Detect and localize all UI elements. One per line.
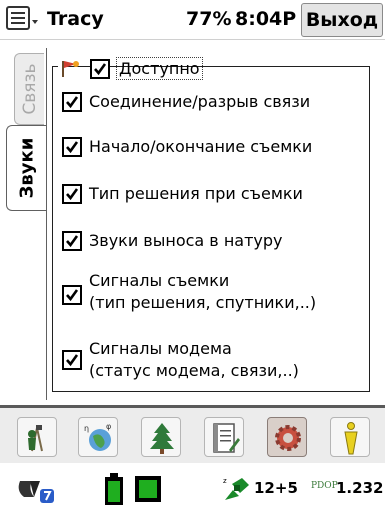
available-checkbox[interactable] [90,59,110,79]
bottom-toolbar: η φ [0,405,385,463]
tab-sounds-label: Звуки [16,137,37,199]
info-icon[interactable] [330,417,370,457]
notebook-icon[interactable] [204,417,244,457]
stakeout-sounds-checkbox[interactable] [62,231,82,251]
modem-signals-sublabel: (статус модема, связи,..) [89,361,299,380]
status-bar: z 12+5 PDOP 1.232 [0,463,385,514]
pdop-value: 1.232 [336,479,384,497]
solution-type-label: Тип решения при съемки [89,184,303,203]
settings-gear-icon[interactable] [267,417,307,457]
app-title: Tracy [47,8,104,30]
survey-start-stop-label: Начало/окончание съемки [89,137,313,156]
connect-disconnect-label: Соединение/разрыв связи [89,92,311,111]
survey-signals-label: Сигналы съемки [89,271,230,290]
clock: 8:04P [235,8,297,30]
battery-icon [105,473,123,505]
memory-status-icon [135,476,161,502]
exit-button[interactable]: Выход [301,3,383,37]
tab-connection[interactable]: Связь [14,53,44,125]
tree-icon[interactable] [141,417,181,457]
tab-connection-label: Связь [19,63,40,115]
speaker-flag-icon [62,61,79,77]
survey-signals-sublabel: (тип решения, спутники,..) [89,293,317,312]
solution-type-checkbox[interactable] [62,184,82,204]
survey-icon[interactable] [17,417,57,457]
connect-disconnect-checkbox[interactable] [62,92,82,112]
satellite-count: 12+5 [254,479,298,497]
pdop-label: PDOP [311,481,338,491]
tab-sounds[interactable]: Звуки [6,125,46,211]
start-menu-icon[interactable] [6,6,40,34]
satellite-icon: z [223,477,249,500]
survey-signals-checkbox[interactable] [62,285,82,305]
title-bar: Tracy 77% 8:04P Выход [0,0,385,40]
stakeout-sounds-label: Звуки выноса в натуру [89,231,283,250]
available-label: Доступно [116,57,203,80]
modem-signals-label: Сигналы модема [89,339,232,358]
group-header: Доступно [58,55,203,83]
svg-text:z: z [223,477,227,485]
svg-text:η: η [84,424,89,433]
svg-text:φ: φ [106,422,111,431]
globe-icon[interactable]: η φ [78,417,118,457]
survey-start-stop-checkbox[interactable] [62,137,82,157]
modem-signals-checkbox[interactable] [62,350,82,370]
battery-level: 77% [186,8,232,30]
receiver-status-icon [18,481,54,503]
